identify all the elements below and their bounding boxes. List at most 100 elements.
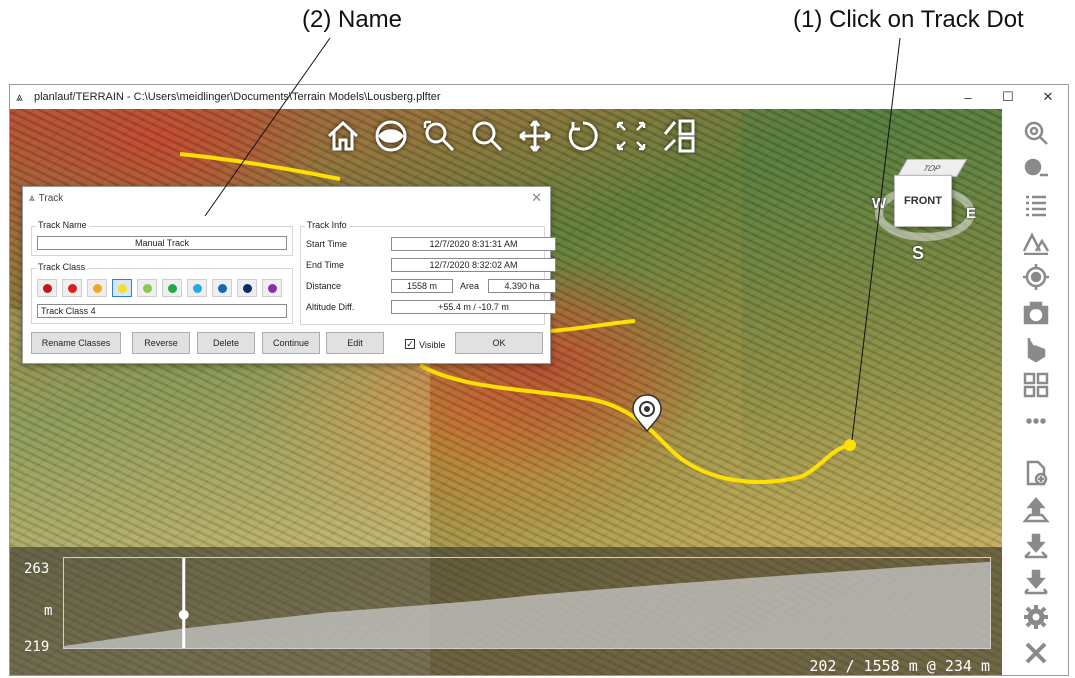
eye-icon[interactable] — [370, 115, 412, 157]
class-swatch-1[interactable] — [37, 279, 57, 297]
class-color-dot — [217, 283, 227, 293]
delete-button[interactable]: Delete — [197, 332, 255, 354]
settings-icon[interactable] — [1021, 603, 1051, 631]
end-time-label: End Time — [306, 260, 345, 270]
class-name-input[interactable]: Track Class 4 — [37, 304, 287, 318]
name-callout: (2) Name — [302, 6, 403, 33]
download-icon[interactable] — [1021, 531, 1051, 559]
compass-south[interactable]: S — [912, 243, 924, 264]
track-line-main[interactable] — [418, 363, 851, 484]
track-name-group: Track Name Manual Track — [31, 220, 293, 256]
list-icon[interactable] — [1021, 191, 1051, 219]
class-swatch-3[interactable] — [87, 279, 107, 297]
dialog-close-icon[interactable]: ✕ — [531, 190, 542, 206]
profile-readout: 202 / 1558 m @ 234 m — [809, 657, 990, 675]
profile-area — [64, 561, 990, 648]
edit-button[interactable]: Edit — [326, 332, 384, 354]
distance-field: 1558 m — [391, 279, 453, 293]
class-color-dot — [117, 283, 127, 293]
continue-button[interactable]: Continue — [262, 332, 320, 354]
layout-icon[interactable] — [658, 115, 700, 157]
track-class-legend: Track Class — [36, 262, 88, 272]
profile-plot[interactable] — [63, 557, 991, 649]
class-swatch-7[interactable] — [187, 279, 207, 297]
upload-icon[interactable] — [1021, 495, 1051, 523]
visible-checkbox[interactable]: ✓ — [405, 339, 415, 349]
search-minus-icon[interactable] — [1021, 155, 1051, 183]
class-swatch-2[interactable] — [62, 279, 82, 297]
dialog-title-bar: ⩓ Track ✕ — [23, 187, 550, 209]
maximize-button[interactable]: ☐ — [988, 89, 1028, 105]
class-color-dot — [242, 283, 252, 293]
view-toolbar — [322, 115, 700, 157]
app-logo-icon: ⩓ — [16, 90, 23, 104]
class-swatch-6[interactable] — [162, 279, 182, 297]
start-time-label: Start Time — [306, 239, 348, 249]
zoom-icon[interactable] — [466, 115, 508, 157]
track-line-mid[interactable] — [549, 319, 636, 333]
rename-classes-button[interactable]: Rename Classes — [31, 332, 121, 354]
track-info-group: Track Info Start Time 12/7/2020 8:31:31 … — [300, 220, 556, 325]
end-time-field: 12/7/2020 8:32:02 AM — [391, 258, 556, 272]
home-icon[interactable] — [322, 115, 364, 157]
locate-icon[interactable] — [1021, 263, 1051, 291]
class-color-dot — [67, 283, 77, 293]
track-line-upper[interactable] — [179, 152, 341, 181]
reverse-button[interactable]: Reverse — [132, 332, 190, 354]
pan-icon[interactable] — [514, 115, 556, 157]
elevation-profile[interactable]: 263 m 219 202 / 1558 m @ 234 m — [10, 547, 1002, 675]
class-swatch-9[interactable] — [237, 279, 257, 297]
view-cube[interactable]: TOP FRONT W E S — [870, 155, 980, 265]
class-color-dot — [167, 283, 177, 293]
camera-icon[interactable] — [1021, 299, 1051, 327]
right-toolbar — [1003, 109, 1068, 675]
bing-icon[interactable] — [1021, 335, 1051, 363]
track-dialog: ⩓ Track ✕ Track Name Manual Track Track … — [22, 186, 556, 364]
track-name-legend: Track Name — [36, 220, 89, 230]
class-swatch-5[interactable] — [137, 279, 157, 297]
compass-east[interactable]: E — [966, 205, 976, 222]
class-color-dot — [142, 283, 152, 293]
app-window: ⩓ planlauf/TERRAIN - C:\Users\meidlinger… — [9, 84, 1069, 676]
new-file-icon[interactable] — [1021, 459, 1051, 487]
ok-button[interactable]: OK — [455, 332, 543, 354]
app-logo-icon: ⩓ — [29, 192, 35, 204]
zoom-extent-icon[interactable] — [418, 115, 460, 157]
compass-west[interactable]: W — [872, 195, 886, 212]
profile-y-unit: m — [44, 603, 53, 619]
title-bar: ⩓ planlauf/TERRAIN - C:\Users\meidlinger… — [10, 85, 1068, 109]
rotate-icon[interactable] — [562, 115, 604, 157]
search-location-icon[interactable] — [1021, 119, 1051, 147]
track-dot[interactable] — [844, 439, 856, 451]
more-icon[interactable] — [1021, 407, 1051, 435]
fullscreen-icon[interactable] — [610, 115, 652, 157]
profile-cursor-dot[interactable] — [178, 609, 189, 620]
class-color-dot — [192, 283, 202, 293]
class-swatch-10[interactable] — [262, 279, 282, 297]
class-swatch-8[interactable] — [212, 279, 232, 297]
minimize-button[interactable]: – — [948, 90, 988, 105]
cube-front-face[interactable]: FRONT — [894, 175, 952, 227]
class-color-dot — [42, 283, 52, 293]
download-alt-icon[interactable] — [1021, 567, 1051, 595]
grid-icon[interactable] — [1021, 371, 1051, 399]
locate-marker-icon[interactable] — [632, 394, 662, 433]
profile-y-min: 219 — [24, 639, 50, 655]
track-class-group: Track Class Track Class 4 — [31, 262, 293, 324]
area-label: Area — [460, 281, 480, 291]
track-dot-callout: (1) Click on Track Dot — [793, 6, 1024, 33]
altitude-diff-field: +55.4 m / -10.7 m — [391, 300, 556, 314]
terrain-viewport[interactable]: TOP FRONT W E S ⩓ Track ✕ Track Name Man… — [10, 109, 1002, 675]
track-name-input[interactable]: Manual Track — [37, 236, 287, 250]
window-title: planlauf/TERRAIN - C:\Users\meidlinger\D… — [34, 91, 441, 103]
start-time-field: 12/7/2020 8:31:31 AM — [391, 237, 556, 251]
profile-y-max: 263 — [24, 561, 50, 577]
class-color-dot — [92, 283, 102, 293]
terrain-icon[interactable] — [1021, 227, 1051, 255]
altitude-diff-label: Altitude Diff. — [306, 302, 355, 312]
close-button[interactable]: ✕ — [1028, 89, 1068, 105]
close-icon[interactable] — [1021, 639, 1051, 667]
class-swatch-4[interactable] — [112, 279, 132, 297]
area-field: 4.390 ha — [488, 279, 556, 293]
visible-label: Visible — [419, 340, 446, 350]
